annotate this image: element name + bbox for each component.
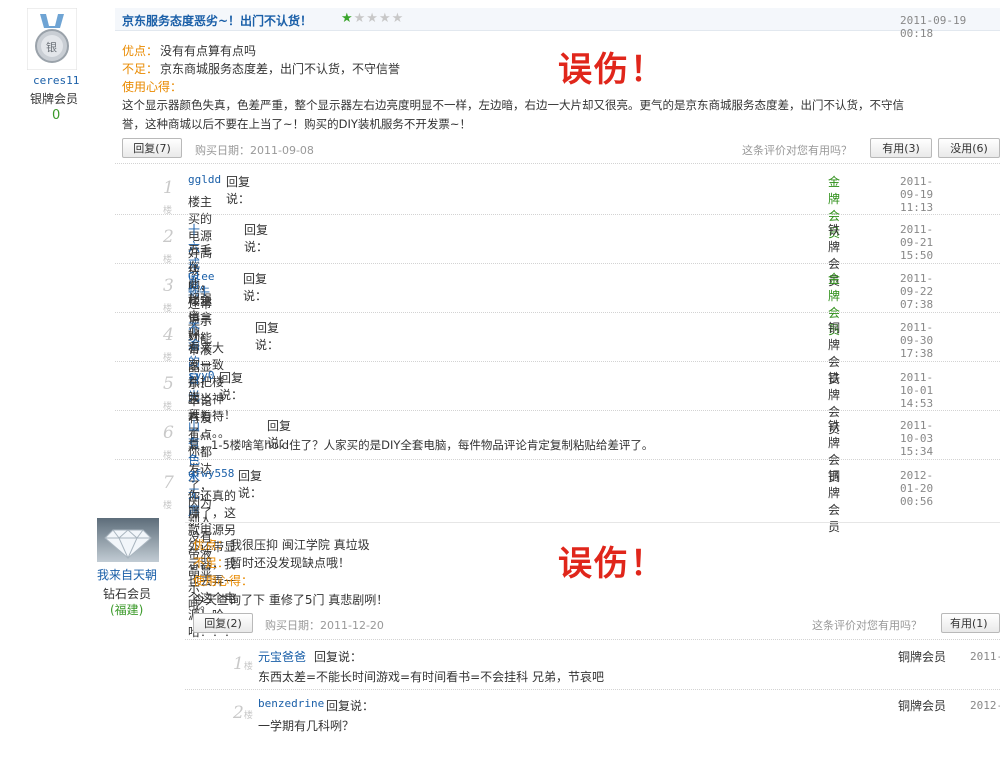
reply-say: 回复说： (243, 272, 268, 303)
diamond-icon (97, 518, 159, 562)
cons-label: 不足： (122, 62, 159, 76)
experience-line-2: 誉，这种商城以后不要在上当了~！购买的DIY装机服务不开发票~！ (122, 117, 472, 131)
reply-text: 靠，1-5楼啥笔hold住了？人家买的是DIY全套电脑，每件物品评论肯定复制粘贴… (188, 438, 654, 452)
reply-text: 东西太差=不能长时间游戏=有时间看书=不会挂科 兄弟，节哀吧 (258, 670, 604, 684)
reply-say: 回复说： (326, 699, 375, 713)
reviewer-name[interactable]: 我来自天朝 (97, 566, 157, 583)
useful-button[interactable]: 有用(3) (870, 138, 932, 158)
reply-user[interactable]: ggldd (188, 173, 221, 186)
star-icon: ★ (341, 11, 354, 26)
divider (185, 639, 1000, 640)
reply-time: 2011-10-03 15:34 (900, 419, 934, 458)
reply-time: 2012-01-20 00:56 (900, 469, 934, 508)
pros-text: 我很压抑 闽江学院 真垃圾 (230, 538, 370, 552)
divider (185, 689, 1000, 690)
reviewer-region: (福建) (110, 603, 144, 617)
reply-text: 一学期有几科咧？ (258, 719, 355, 733)
floor-number: 1楼 (163, 178, 174, 216)
reply-time: 2012- (970, 699, 1000, 712)
reply-time: 2011-09-30 17:38 (900, 321, 934, 360)
reply-time: 2011-09-19 11:13 (900, 175, 934, 214)
star-rating: ★★★★★ (341, 11, 404, 26)
floor-number: 4楼 (163, 325, 174, 363)
divider (115, 410, 1000, 411)
reply-say: 回复说： (255, 321, 280, 352)
stamp-text: 误伤！ (558, 50, 666, 90)
experience-label: 使用心得： (122, 80, 183, 94)
divider (115, 459, 1000, 460)
reply-user[interactable]: benzedrine (258, 697, 324, 710)
floor-number: 5楼 (163, 374, 174, 412)
reply-say: 回复说： (314, 650, 363, 664)
floor-number: 3楼 (163, 276, 174, 314)
experience-label: 使用心得： (193, 574, 254, 588)
pros-label: 优点： (122, 44, 159, 58)
cons-label: 不足： (193, 556, 230, 570)
review-time: 2011-09-19 00:18 (900, 14, 967, 40)
pros-label: 优点： (193, 538, 230, 552)
reply-user[interactable]: qfwy558 (188, 467, 234, 480)
buy-date: 购买日期：2011-12-20 (265, 619, 384, 632)
floor-number: 7楼 (163, 473, 174, 511)
reply-time: 2011-09-22 07:38 (900, 272, 934, 311)
divider (115, 214, 1000, 215)
reply-user[interactable]: syy0 (188, 369, 215, 382)
reviewer-name[interactable]: ceres11 (33, 74, 79, 87)
reviewer-level: 钻石会员 (103, 587, 152, 601)
avatar[interactable] (97, 518, 159, 562)
reply-rank: 铜牌会员 (898, 699, 947, 713)
review-top-line (185, 522, 1000, 523)
reply-time: 2011- (970, 650, 1000, 663)
reply-say: 回复说： (244, 223, 269, 254)
divider (115, 361, 1000, 362)
floor-number: 6楼 (163, 423, 174, 461)
experience-text: 今天查询了下 重修了5门 真悲剧咧！ (193, 593, 389, 607)
reviewer-score: 0 (52, 108, 61, 123)
reply-say: 回复说： (226, 175, 251, 206)
reply-rank: 铜牌会员 (898, 650, 947, 664)
floor-number: 2楼 (163, 227, 174, 265)
medal-badge-text: 银 (46, 41, 57, 54)
reply-say: 回复说： (238, 469, 263, 500)
divider (115, 312, 1000, 313)
helpful-question: 这条评价对您有用吗？ (812, 619, 922, 632)
divider (115, 163, 1000, 164)
star-empty-icon: ★★★★ (353, 11, 405, 26)
avatar[interactable]: 银 (26, 7, 78, 71)
reply-button[interactable]: 回复(7) (122, 138, 182, 158)
reply-button[interactable]: 回复(2) (193, 613, 253, 633)
reply-rank: 铜牌会员 (828, 469, 841, 534)
useless-button[interactable]: 没用(6) (938, 138, 1000, 158)
reviewer-level: 银牌会员 (30, 92, 79, 106)
floor-number: 1楼 (233, 654, 253, 674)
helpful-question: 这条评价对您有用吗？ (742, 144, 852, 157)
cons-text: 京东商城服务态度差，出门不认货，不守信誉 (160, 62, 401, 76)
divider (115, 263, 1000, 264)
pros-text: 没有有点算有点吗 (160, 44, 257, 58)
experience-line-1: 这个显示器颜色失真，色差严重，整个显示器左右边亮度明显不一样，左边暗，右边一大片… (122, 98, 904, 112)
useful-button[interactable]: 有用(1) (941, 613, 1000, 633)
buy-date: 购买日期：2011-09-08 (195, 144, 314, 157)
stamp-text: 误伤！ (558, 544, 666, 584)
reply-time: 2011-09-21 15:50 (900, 223, 934, 262)
cons-text: 暂时还没发现缺点哦！ (230, 556, 351, 570)
review-title[interactable]: 京东服务态度恶劣~！出门不认货！ (122, 12, 312, 29)
reply-user[interactable]: 元宝爸爸 (258, 648, 306, 665)
reply-time: 2011-10-01 14:53 (900, 371, 934, 410)
floor-number: 2楼 (233, 703, 253, 723)
